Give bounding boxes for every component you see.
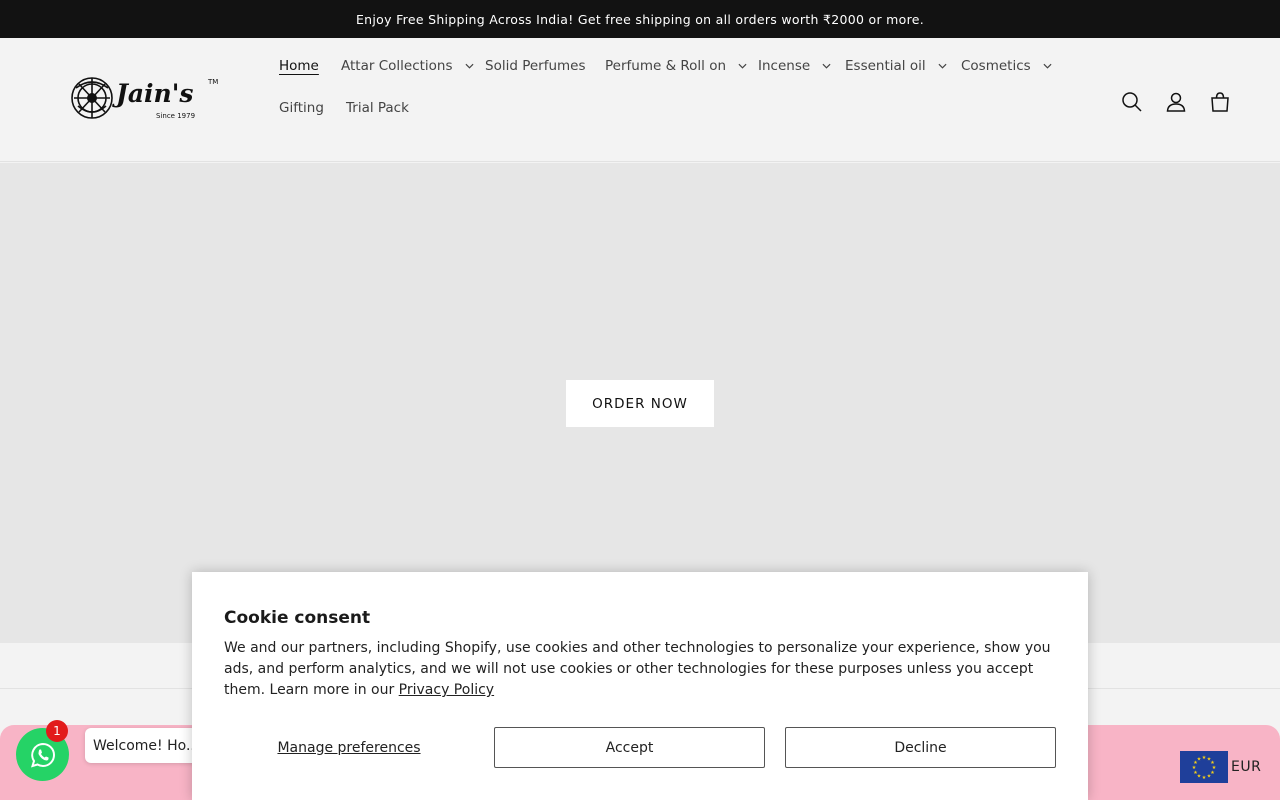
announcement-bar: Enjoy Free Shipping Across India! Get fr… [0,0,1280,38]
notification-badge: 1 [46,720,68,742]
nav-item-gifting[interactable]: Gifting [279,100,324,116]
cookie-title: Cookie consent [224,608,371,628]
nav-item-label: Attar Collections [341,58,453,74]
eu-flag-icon: ★ ★★★ ★★★★ ★★★★ [1180,751,1228,783]
nav-item-label: Home [279,58,319,74]
cookie-consent-dialog: Cookie consent We and our partners, incl… [192,572,1088,800]
whatsapp-welcome-text: Welcome! Ho... [93,737,200,754]
logo-text: Jain's [112,79,193,108]
manage-preferences-button[interactable]: Manage preferences [224,727,474,768]
currency-code: EUR [1231,759,1262,775]
site-header: Jain's TM Since 1979 Home Attar Collectio… [0,38,1280,162]
chevron-down-icon [465,63,474,69]
nav-item-attar-collections[interactable]: Attar Collections [341,58,474,74]
cookie-body: We and our partners, including Shopify, … [224,638,1054,701]
svg-text:★: ★ [1202,775,1207,781]
account-icon[interactable] [1164,90,1188,114]
cart-icon[interactable] [1208,90,1232,114]
decline-button[interactable]: Decline [785,727,1056,768]
order-now-button[interactable]: ORDER NOW [566,380,714,427]
nav-item-solid-perfumes[interactable]: Solid Perfumes [485,58,586,74]
nav-item-home[interactable]: Home [279,58,319,74]
svg-text:★: ★ [1207,774,1212,780]
nav-item-trial-pack[interactable]: Trial Pack [346,100,409,116]
chevron-down-icon [1043,63,1052,69]
nav-item-label: Incense [758,58,811,74]
currency-selector[interactable]: ★ ★ ★ ★ ★ ★ ★ ★ ★ ★ ★ ★ EUR [1180,750,1270,784]
chevron-down-icon [738,63,747,69]
nav-item-label: Gifting [279,100,324,116]
cookie-body-text: We and our partners, including Shopify, … [224,640,1051,698]
hero-banner: ORDER NOW [0,163,1280,643]
nav-item-essential-oil[interactable]: Essential oil [845,58,947,74]
chevron-down-icon [938,63,947,69]
nav-item-label: Essential oil [845,58,926,74]
svg-text:TM: TM [207,78,218,86]
nav-item-label: Solid Perfumes [485,58,586,74]
nav-item-label: Trial Pack [346,100,409,116]
nav-item-label: Cosmetics [961,58,1031,74]
logo[interactable]: Jain's TM Since 1979 [68,72,224,124]
announcement-text: Enjoy Free Shipping Across India! Get fr… [355,11,925,27]
accept-button[interactable]: Accept [494,727,765,768]
nav-item-label: Perfume & Roll on [605,58,727,74]
whatsapp-icon [30,742,55,767]
logo-tagline: Since 1979 [156,112,195,120]
nav-item-cosmetics[interactable]: Cosmetics [961,58,1052,74]
privacy-policy-link[interactable]: Privacy Policy [399,682,494,698]
nav-item-perfume-roll-on[interactable]: Perfume & Roll on [605,58,747,74]
search-icon[interactable] [1120,90,1144,114]
chevron-down-icon [822,63,831,69]
nav-item-incense[interactable]: Incense [758,58,831,74]
svg-text:★: ★ [1197,757,1202,763]
